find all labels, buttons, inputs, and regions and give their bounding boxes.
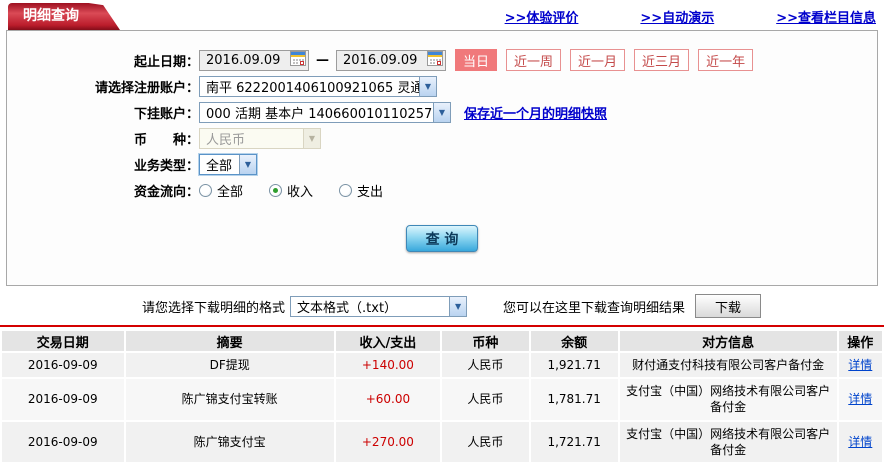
col-header-amount: 收入/支出 — [335, 331, 440, 351]
cell-currency: 人民币 — [441, 379, 529, 420]
col-header-action: 操作 — [838, 331, 882, 351]
detail-link[interactable]: 详情 — [848, 358, 872, 372]
business-type-label: 业务类型： — [133, 158, 199, 174]
range-button-today[interactable]: 当日 — [455, 49, 498, 71]
detail-link[interactable]: 详情 — [848, 435, 872, 449]
radio-fund-flow-all[interactable]: 全部 — [199, 181, 243, 200]
radio-label: 全部 — [217, 184, 244, 200]
sub-account-label: 下挂账户： — [133, 106, 199, 122]
link-experience-eval[interactable]: >>体验评价 — [505, 7, 579, 26]
calendar-icon[interactable] — [427, 50, 443, 70]
col-header-counterparty: 对方信息 — [619, 331, 837, 351]
register-account-value: 南平 6222001406100921065 灵通卡 — [206, 80, 419, 96]
radio-fund-flow-expense[interactable]: 支出 — [339, 181, 383, 200]
col-header-summary: 摘要 — [125, 331, 334, 351]
end-date-input[interactable]: 2016.09.09 — [336, 49, 446, 71]
start-date-input[interactable]: 2016.09.09 — [199, 49, 309, 71]
table-row: 2016-09-09 DF提现 +140.00 人民币 1,921.71 财付通… — [2, 353, 882, 378]
section-divider — [0, 325, 884, 327]
range-button-month[interactable]: 近一月 — [570, 49, 626, 71]
cell-date: 2016-09-09 — [2, 421, 124, 462]
currency-select: 人民币 ▼ — [199, 127, 321, 149]
cell-counterparty: 财付通支付科技有限公司客户备付金 — [619, 353, 837, 378]
date-range-label: 起止日期： — [133, 54, 199, 70]
page-title: 明细查询 — [23, 8, 79, 24]
range-button-year[interactable]: 近一年 — [698, 49, 754, 71]
cell-summary: 陈广锦支付宝转账 — [125, 379, 334, 420]
currency-value: 人民币 — [206, 132, 246, 148]
table-row: 2016-09-09 陈广锦支付宝转账 +60.00 人民币 1,781.71 … — [2, 379, 882, 420]
calendar-icon[interactable] — [290, 50, 306, 70]
sub-account-value: 000 活期 基本户 1406600101102571848 — [206, 106, 433, 122]
cell-balance: 1,781.71 — [530, 379, 618, 420]
cell-balance: 1,921.71 — [530, 353, 618, 378]
cell-amount: +60.00 — [335, 379, 440, 420]
detail-link[interactable]: 详情 — [848, 392, 872, 406]
chevron-down-icon: ▼ — [433, 102, 450, 122]
cell-counterparty: 支付宝（中国）网络技术有限公司客户备付金 — [619, 421, 837, 462]
radio-selected-icon — [269, 183, 283, 197]
download-format-label: 请您选择下载明细的格式 — [142, 300, 286, 316]
date-separator: — — [316, 52, 329, 68]
link-view-column-info[interactable]: >>查看栏目信息 — [776, 7, 876, 26]
radio-icon — [199, 183, 212, 197]
radio-label: 收入 — [287, 184, 314, 200]
date-range-row: 起止日期： 2016.09.09 — 2016.09.09 当日 近一周 近一月… — [7, 47, 877, 73]
table-header-row: 交易日期 摘要 收入/支出 币种 余额 对方信息 操作 — [2, 331, 882, 351]
business-type-row: 业务类型： 全部 ▼ — [7, 151, 877, 177]
col-header-balance: 余额 — [530, 331, 618, 351]
cell-date: 2016-09-09 — [2, 379, 124, 420]
currency-label: 币 种： — [133, 132, 199, 148]
chevron-down-icon: ▼ — [449, 296, 467, 316]
col-header-currency: 币种 — [441, 331, 529, 351]
cell-currency: 人民币 — [441, 353, 529, 378]
table-row: 2016-09-09 陈广锦支付宝 +270.00 人民币 1,721.71 支… — [2, 421, 882, 462]
query-form-panel: 起止日期： 2016.09.09 — 2016.09.09 当日 近一周 近一月… — [6, 30, 878, 286]
cell-action: 详情 — [838, 353, 882, 378]
query-button[interactable]: 查 询 — [406, 225, 478, 252]
col-header-date: 交易日期 — [2, 331, 124, 351]
fund-flow-label: 资金流向： — [133, 184, 199, 200]
range-button-week[interactable]: 近一周 — [506, 49, 562, 71]
sub-account-select[interactable]: 000 活期 基本户 1406600101102571848 ▼ — [199, 101, 451, 123]
download-hint: 您可以在这里下载查询明细结果 — [503, 300, 686, 316]
cell-amount: +140.00 — [335, 353, 440, 378]
link-auto-demo[interactable]: >>自动演示 — [640, 7, 714, 26]
range-button-quarter[interactable]: 近三月 — [634, 49, 690, 71]
download-row: 请您选择下载明细的格式 文本格式（.txt） ▼ 您可以在这里下载查询明细结果 … — [142, 293, 884, 319]
tab-detail-query[interactable]: 明细查询 — [8, 3, 120, 30]
register-account-label: 请选择注册账户： — [94, 80, 199, 96]
start-date-value: 2016.09.09 — [206, 52, 281, 68]
end-date-value: 2016.09.09 — [343, 52, 418, 68]
save-snapshot-link[interactable]: 保存近一个月的明细快照 — [464, 103, 607, 122]
top-bar: 明细查询 >>体验评价 >>自动演示 >>查看栏目信息 — [0, 0, 884, 30]
download-format-value: 文本格式（.txt） — [297, 300, 398, 316]
chevron-down-icon: ▼ — [239, 154, 256, 174]
cell-balance: 1,721.71 — [530, 421, 618, 462]
download-button[interactable]: 下载 — [695, 294, 762, 318]
cell-summary: 陈广锦支付宝 — [125, 421, 334, 462]
radio-label: 支出 — [357, 184, 384, 200]
register-account-row: 请选择注册账户： 南平 6222001406100921065 灵通卡 ▼ — [7, 73, 877, 99]
radio-fund-flow-income[interactable]: 收入 — [269, 181, 313, 200]
cell-action: 详情 — [838, 421, 882, 462]
download-format-select[interactable]: 文本格式（.txt） ▼ — [290, 295, 468, 317]
business-type-select[interactable]: 全部 ▼ — [199, 153, 257, 175]
chevron-down-icon: ▼ — [303, 128, 320, 148]
chevron-down-icon: ▼ — [419, 76, 436, 96]
cell-amount: +270.00 — [335, 421, 440, 462]
cell-summary: DF提现 — [125, 353, 334, 378]
cell-action: 详情 — [838, 379, 882, 420]
register-account-select[interactable]: 南平 6222001406100921065 灵通卡 ▼ — [199, 75, 437, 97]
currency-row: 币 种： 人民币 ▼ — [7, 125, 877, 151]
cell-currency: 人民币 — [441, 421, 529, 462]
cell-date: 2016-09-09 — [2, 353, 124, 378]
transaction-table: 交易日期 摘要 收入/支出 币种 余额 对方信息 操作 2016-09-09 D… — [0, 329, 884, 464]
cell-counterparty: 支付宝（中国）网络技术有限公司客户备付金 — [619, 379, 837, 420]
business-type-value: 全部 — [206, 158, 233, 174]
top-links: >>体验评价 >>自动演示 >>查看栏目信息 — [443, 7, 876, 26]
radio-icon — [339, 183, 353, 197]
sub-account-row: 下挂账户： 000 活期 基本户 1406600101102571848 ▼ 保… — [7, 99, 877, 125]
fund-flow-row: 资金流向： 全部 收入 支出 — [7, 177, 877, 203]
